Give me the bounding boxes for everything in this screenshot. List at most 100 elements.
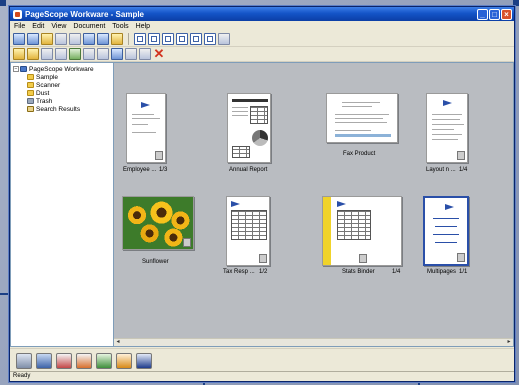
application-bar	[10, 348, 514, 372]
toolbar-main	[10, 32, 514, 47]
merge-icon[interactable]	[69, 48, 81, 60]
folder-icon	[27, 74, 34, 80]
tree-item-sample[interactable]: Sample	[13, 73, 111, 81]
multipage-icon	[457, 253, 465, 262]
document-page-count: 1/4	[392, 269, 401, 275]
folder-icon	[27, 90, 34, 96]
menu-edit[interactable]: Edit	[32, 23, 44, 30]
new-document-icon[interactable]	[13, 48, 25, 60]
delete-icon[interactable]: ✕	[153, 47, 165, 60]
rotate-icon[interactable]	[97, 33, 109, 45]
logo-icon	[231, 201, 240, 207]
trash-icon	[27, 98, 34, 104]
tree-item-root[interactable]: − PageScope Workware	[13, 65, 111, 73]
cut-icon[interactable]	[111, 48, 123, 60]
document-page-count: 1/2	[259, 269, 268, 275]
redo-icon[interactable]	[27, 33, 39, 45]
view-medium-icon[interactable]	[148, 33, 160, 45]
print-icon[interactable]	[69, 33, 81, 45]
app-launcher-icon[interactable]	[56, 352, 72, 369]
tree-item-dust[interactable]: Dust	[13, 89, 111, 97]
tree-item-scanner[interactable]: Scanner	[13, 81, 111, 89]
tree-item-search-results[interactable]: Search Results	[13, 105, 111, 113]
document-thumbnail[interactable]	[322, 196, 402, 266]
root-icon	[20, 66, 27, 72]
maximize-button[interactable]: □	[489, 8, 500, 20]
copy-icon[interactable]	[41, 48, 53, 60]
sort-icon[interactable]	[218, 33, 230, 45]
scroll-left-icon[interactable]: ◂	[114, 339, 122, 346]
document-thumbnail[interactable]	[226, 196, 270, 266]
document-label: Layout n ...	[426, 167, 456, 173]
app-launcher-icon[interactable]	[96, 352, 112, 369]
toolbar-separator	[128, 33, 129, 45]
menu-document[interactable]: Document	[73, 23, 105, 30]
new-folder-icon[interactable]	[27, 48, 39, 60]
minimize-button[interactable]: _	[477, 8, 488, 20]
document-thumbnail[interactable]	[426, 93, 468, 163]
tree-item-label: Search Results	[36, 105, 81, 113]
table-graphic	[232, 146, 250, 158]
view-preview-icon[interactable]	[204, 33, 216, 45]
document-label: Sunflower	[142, 259, 169, 265]
split-icon[interactable]	[83, 48, 95, 60]
binder-tab	[323, 197, 331, 265]
menu-tools[interactable]: Tools	[112, 23, 128, 30]
logo-icon	[445, 204, 454, 210]
tree-item-label: Dust	[36, 89, 50, 97]
menu-help[interactable]: Help	[136, 23, 150, 30]
document-label: Fax Product	[343, 151, 376, 157]
corner-mark-left	[0, 0, 6, 6]
main-content: − PageScope Workware Sample Scanner Dust…	[10, 62, 514, 347]
app-launcher-icon[interactable]	[76, 352, 92, 369]
view-list-icon[interactable]	[176, 33, 188, 45]
status-bar: Ready	[10, 371, 514, 381]
multipage-icon	[457, 151, 465, 160]
insert-icon[interactable]	[139, 48, 151, 60]
multipage-icon	[359, 254, 367, 263]
app-launcher-icon[interactable]	[116, 352, 132, 369]
tree-item-label: Sample	[36, 73, 59, 81]
horizontal-scrollbar[interactable]: ◂ ▸	[114, 338, 513, 346]
view-large-icon[interactable]	[134, 33, 146, 45]
view-details-icon[interactable]	[190, 33, 202, 45]
folder-up-icon[interactable]	[41, 33, 53, 45]
document-thumbnail[interactable]	[227, 93, 271, 163]
logo-icon	[337, 201, 346, 207]
collapse-icon[interactable]: −	[13, 66, 19, 72]
app-launcher-icon[interactable]	[136, 352, 152, 369]
pie-graphic	[252, 130, 268, 146]
document-label: Stats Binder	[342, 269, 375, 275]
menu-file[interactable]: File	[14, 23, 25, 30]
tree-item-label: Scanner	[36, 81, 61, 89]
document-thumbnail[interactable]	[326, 93, 398, 143]
document-thumbnail[interactable]	[122, 196, 194, 250]
import-icon[interactable]	[111, 33, 123, 45]
folder-tree[interactable]: − PageScope Workware Sample Scanner Dust…	[10, 62, 114, 347]
tree-item-label: Trash	[36, 97, 53, 105]
image-file-icon	[183, 238, 191, 247]
tree-item-label: PageScope Workware	[29, 65, 94, 73]
app-icon[interactable]	[13, 9, 22, 19]
page-icon[interactable]	[97, 48, 109, 60]
document-thumbnail[interactable]	[423, 196, 469, 266]
undo-icon[interactable]	[13, 33, 25, 45]
multipage-icon	[155, 151, 163, 160]
tree-item-trash[interactable]: Trash	[13, 97, 111, 105]
document-thumbnail[interactable]	[126, 93, 166, 163]
scroll-right-icon[interactable]: ▸	[505, 339, 513, 346]
extract-icon[interactable]	[125, 48, 137, 60]
logo-icon	[141, 102, 150, 108]
document-workspace[interactable]: Employee ... 1/3 Annual Report Fax Produ…	[114, 62, 514, 347]
close-button[interactable]: ×	[501, 8, 512, 20]
app-launcher-icon[interactable]	[36, 352, 52, 369]
title-bar[interactable]: PageScope Workware - Sample _ □ ×	[10, 7, 514, 21]
paste-icon[interactable]	[55, 48, 67, 60]
scan-icon[interactable]	[55, 33, 67, 45]
app-launcher-icon[interactable]	[16, 352, 32, 369]
folder-icon	[27, 82, 34, 88]
view-small-icon[interactable]	[162, 33, 174, 45]
table-graphic	[337, 210, 371, 240]
send-icon[interactable]	[83, 33, 95, 45]
menu-view[interactable]: View	[51, 23, 66, 30]
